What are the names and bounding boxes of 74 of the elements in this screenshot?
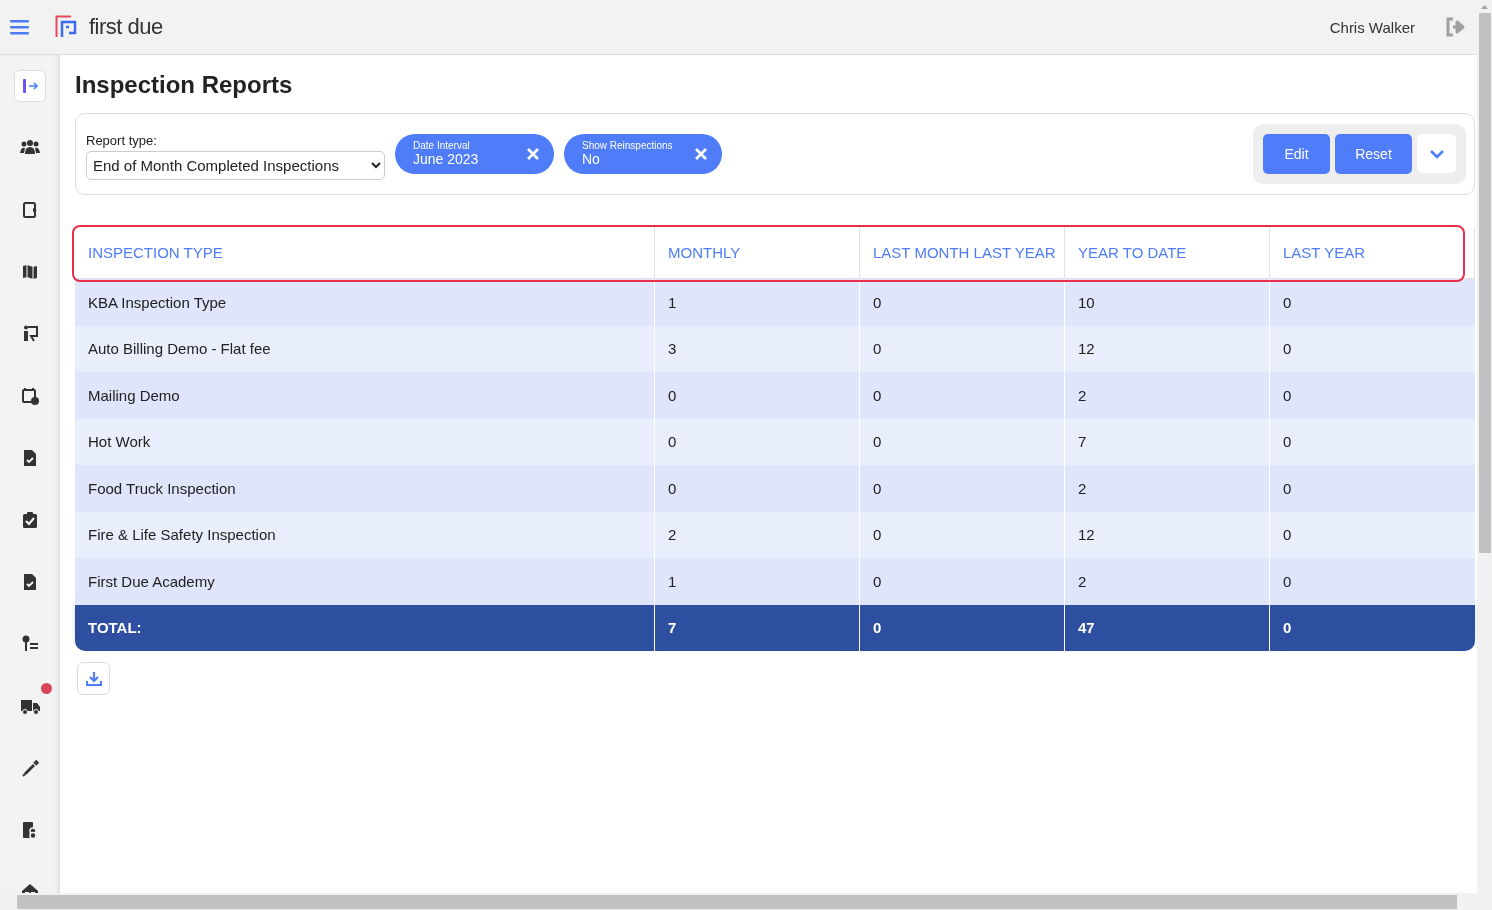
table-cell: 0 bbox=[1270, 372, 1475, 419]
close-icon[interactable] bbox=[526, 147, 540, 161]
total-cell: TOTAL: bbox=[75, 604, 655, 651]
table-cell: 0 bbox=[1270, 418, 1475, 465]
column-header[interactable]: YEAR TO DATE bbox=[1065, 227, 1270, 279]
table-cell: 2 bbox=[1065, 465, 1270, 512]
user-name[interactable]: Chris Walker bbox=[1329, 18, 1415, 36]
filter-chip[interactable]: Show Reinspections No bbox=[564, 134, 722, 174]
brand-name: first due bbox=[89, 14, 163, 40]
chip-label: Date Interval bbox=[413, 141, 471, 152]
keylist-icon bbox=[20, 634, 40, 654]
table-cell: 0 bbox=[1270, 558, 1475, 605]
table-cell: 12 bbox=[1065, 511, 1270, 558]
table-cell: Hot Work bbox=[75, 418, 655, 465]
chip-value: June 2023 bbox=[413, 151, 479, 167]
column-header[interactable]: MONTHLY bbox=[655, 227, 860, 279]
map-icon bbox=[20, 262, 40, 282]
table-cell: 0 bbox=[655, 418, 860, 465]
table-cell: 0 bbox=[860, 325, 1065, 372]
chip-value: No bbox=[582, 151, 601, 167]
table-cell: 7 bbox=[1065, 418, 1270, 465]
table-cell: 2 bbox=[1065, 558, 1270, 605]
table-cell: 2 bbox=[655, 511, 860, 558]
table-cell: 0 bbox=[860, 372, 1065, 419]
edit-button[interactable]: Edit bbox=[1263, 134, 1330, 174]
table-cell: Auto Billing Demo - Flat fee bbox=[75, 325, 655, 372]
download-icon bbox=[85, 670, 102, 687]
vertical-scrollbar[interactable] bbox=[1477, 0, 1492, 893]
chip-label: Show Reinspections bbox=[582, 141, 673, 152]
chevron-down-icon bbox=[1428, 148, 1445, 159]
table-cell: 12 bbox=[1065, 325, 1270, 372]
table-cell: 0 bbox=[1270, 279, 1475, 326]
total-cell: 47 bbox=[1065, 604, 1270, 651]
table-cell: Fire & Life Safety Inspection bbox=[75, 511, 655, 558]
dropdown-button[interactable] bbox=[1417, 134, 1456, 173]
table-cell: 0 bbox=[1270, 511, 1475, 558]
reset-button[interactable]: Reset bbox=[1335, 134, 1412, 174]
table-cell: First Due Academy bbox=[75, 558, 655, 605]
table-cell: 2 bbox=[1065, 372, 1270, 419]
sidebar-item[interactable] bbox=[14, 70, 46, 102]
total-cell: 0 bbox=[860, 604, 1065, 651]
report-type-select[interactable]: End of Month Completed Inspections bbox=[86, 150, 385, 180]
table-cell: 3 bbox=[655, 325, 860, 372]
table-cell: 0 bbox=[860, 511, 1065, 558]
collapse-icon bbox=[20, 76, 40, 96]
scrollbar-thumb[interactable] bbox=[1478, 13, 1491, 553]
logo-icon bbox=[55, 15, 79, 39]
table-cell: 0 bbox=[860, 465, 1065, 512]
table-cell: 1 bbox=[655, 558, 860, 605]
table-cell: 10 bbox=[1065, 279, 1270, 326]
table-cell: 0 bbox=[1270, 325, 1475, 372]
clipboard-icon bbox=[20, 510, 40, 530]
column-header[interactable]: LAST YEAR bbox=[1270, 227, 1475, 279]
total-cell-text: 0 bbox=[1282, 618, 1293, 639]
table-cell: 1 bbox=[655, 279, 860, 326]
table-cell: 0 bbox=[1270, 465, 1475, 512]
menu-icon[interactable] bbox=[10, 19, 30, 35]
calendar-icon bbox=[20, 386, 40, 406]
table-cell: 0 bbox=[860, 279, 1065, 326]
column-header[interactable]: INSPECTION TYPE bbox=[75, 227, 655, 279]
table-cell: 0 bbox=[655, 465, 860, 512]
table-cell: Mailing Demo bbox=[75, 372, 655, 419]
close-icon[interactable] bbox=[694, 147, 708, 161]
table-cell: 0 bbox=[860, 418, 1065, 465]
table-cell: 0 bbox=[655, 372, 860, 419]
total-cell: 7 bbox=[655, 604, 860, 651]
table-cell: KBA Inspection Type bbox=[75, 279, 655, 326]
table-cell: Food Truck Inspection bbox=[75, 465, 655, 512]
report-type-label: Report type: bbox=[86, 132, 158, 148]
page-title: Inspection Reports bbox=[75, 71, 294, 99]
column-header[interactable]: LAST MONTH LAST YEAR bbox=[860, 227, 1065, 279]
filter-chip[interactable]: Date Interval June 2023 bbox=[395, 134, 554, 174]
download-button[interactable] bbox=[77, 662, 110, 695]
table-cell: 0 bbox=[860, 558, 1065, 605]
